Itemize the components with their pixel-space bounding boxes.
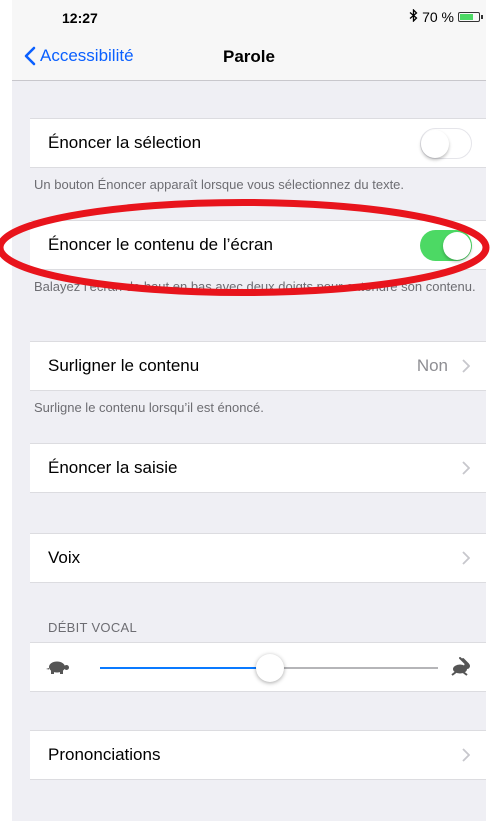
speaking-rate-slider-thumb[interactable] <box>256 654 284 682</box>
speaking-rate-header: DÉBIT VOCAL <box>48 620 138 635</box>
highlight-content-value: Non <box>416 356 448 375</box>
highlight-content-label: Surligner le contenu <box>48 356 200 375</box>
speak-selection-footer: Un bouton Énoncer apparaît lorsque vous … <box>34 177 405 192</box>
chevron-right-icon <box>462 461 470 475</box>
pronunciations-label: Prononciations <box>48 745 161 764</box>
battery-percent: 70 % <box>422 9 454 25</box>
battery-fill <box>460 14 473 20</box>
speaking-rate-slider-track[interactable] <box>268 667 438 669</box>
speak-screen-toggle[interactable] <box>420 230 472 261</box>
highlight-content-cell[interactable]: Surligner le contenu Non <box>30 341 486 391</box>
battery-icon <box>458 12 483 22</box>
speak-screen-label: Énoncer le contenu de l’écran <box>48 235 273 254</box>
speaking-rate-slider-fill <box>100 667 268 669</box>
speak-screen-footer: Balayez l’écran de haut en bas avec deux… <box>34 279 476 294</box>
speak-screen-cell: Énoncer le contenu de l’écran <box>30 220 486 270</box>
voices-cell[interactable]: Voix <box>30 533 486 583</box>
typing-feedback-cell[interactable]: Énoncer la saisie <box>30 443 486 493</box>
screen: 12:27 70 % Accessibilité Parole Énoncer … <box>12 0 486 821</box>
toggle-knob <box>443 231 471 260</box>
status-right: 70 % <box>409 8 483 25</box>
toggle-knob <box>421 130 449 158</box>
speaking-rate-cell <box>30 642 486 692</box>
hare-icon <box>450 656 472 681</box>
pronunciations-cell[interactable]: Prononciations <box>30 730 486 780</box>
page-title: Parole <box>223 47 275 66</box>
navigation-bar: Accessibilité Parole <box>12 34 486 81</box>
chevron-right-icon <box>462 551 470 565</box>
chevron-right-icon <box>462 748 470 762</box>
speak-selection-toggle[interactable] <box>420 128 472 159</box>
status-bar: 12:27 70 % <box>12 0 486 34</box>
bluetooth-icon <box>409 8 418 25</box>
speak-selection-cell: Énoncer la sélection <box>30 118 486 168</box>
voices-label: Voix <box>48 548 81 567</box>
speak-selection-label: Énoncer la sélection <box>48 133 202 152</box>
turtle-icon <box>46 660 70 679</box>
typing-feedback-label: Énoncer la saisie <box>48 458 178 477</box>
highlight-content-footer: Surligne le contenu lorsqu’il est énoncé… <box>34 400 264 415</box>
status-time: 12:27 <box>62 10 98 26</box>
chevron-right-icon <box>462 359 470 373</box>
